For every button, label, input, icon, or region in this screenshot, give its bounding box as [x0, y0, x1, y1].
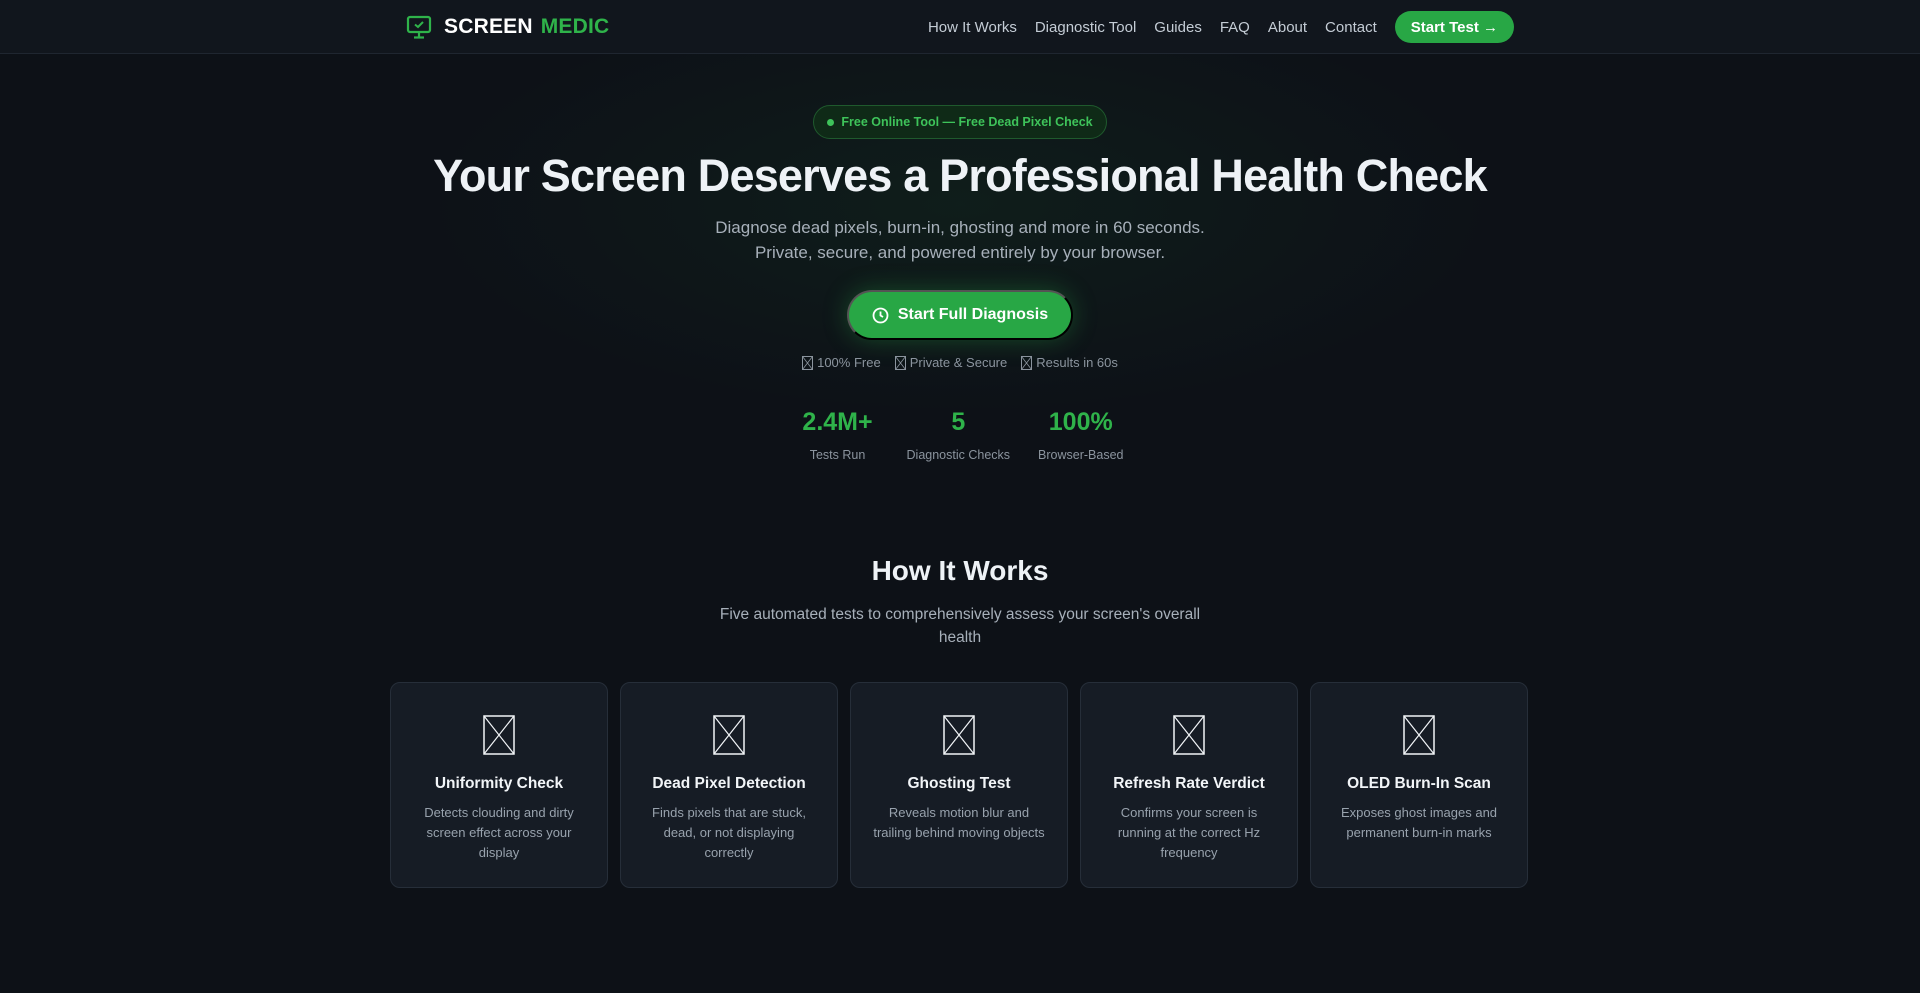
nav-link-contact[interactable]: Contact	[1325, 19, 1377, 36]
site-header: SCREEN MEDIC How It Works Diagnostic Tool…	[0, 0, 1920, 54]
stat-browser-based: 100% Browser-Based	[1038, 408, 1123, 462]
hero-title: Your Screen Deserves a Professional Heal…	[433, 150, 1488, 201]
logo[interactable]: SCREEN MEDIC	[406, 13, 609, 41]
start-full-diagnosis-label: Start Full Diagnosis	[897, 306, 1049, 323]
feature-card-oled-burn-in[interactable]: OLED Burn-In Scan Exposes ghost images a…	[1310, 682, 1528, 888]
trust-item-results-label: Results in 60s	[1036, 355, 1118, 370]
feature-card-title: Ghosting Test	[907, 775, 1011, 792]
feature-card-title: OLED Burn-In Scan	[1347, 775, 1491, 792]
placeholder-glyph-icon	[943, 715, 975, 755]
monitor-icon	[406, 15, 432, 39]
feature-card-uniformity[interactable]: Uniformity Check Detects clouding and di…	[390, 682, 608, 888]
stat-diagnostic-checks: 5 Diagnostic Checks	[907, 408, 1011, 462]
stat-tests-run: 2.4M+ Tests Run	[797, 408, 879, 462]
placeholder-glyph-icon	[802, 355, 814, 370]
hero-subtitle: Diagnose dead pixels, burn-in, ghosting …	[560, 215, 1360, 265]
feature-card-description: Finds pixels that are stuck, dead, or no…	[652, 805, 806, 860]
brand-name-part2: MEDIC	[540, 15, 610, 38]
feature-card-ghosting[interactable]: Ghosting Test Reveals motion blur and tr…	[850, 682, 1068, 888]
brand-name: SCREEN MEDIC	[444, 15, 609, 39]
feature-card-title: Dead Pixel Detection	[652, 775, 806, 792]
nav-link-faq[interactable]: FAQ	[1220, 19, 1250, 36]
feature-card-description: Reveals motion blur and trailing behind …	[873, 805, 1045, 840]
feature-card-dead-pixel[interactable]: Dead Pixel Detection Finds pixels that a…	[620, 682, 838, 888]
nav-link-how-it-works[interactable]: How It Works	[928, 19, 1017, 36]
placeholder-glyph-icon	[713, 715, 745, 755]
feature-card-description: Detects clouding and dirty screen effect…	[424, 805, 574, 860]
stat-value: 2.4M+	[802, 408, 873, 436]
trust-item-private-label: Private & Secure	[909, 355, 1008, 370]
nav-link-guides[interactable]: Guides	[1154, 19, 1202, 36]
stat-value: 5	[951, 408, 966, 436]
trust-item-results: Results in 60s	[1021, 355, 1118, 370]
main-nav: How It Works Diagnostic Tool Guides FAQ …	[928, 11, 1514, 43]
feature-card-description: Confirms your screen is running at the c…	[1117, 805, 1261, 860]
nav-link-diagnostic-tool[interactable]: Diagnostic Tool	[1035, 19, 1136, 36]
how-it-works-title: How It Works	[871, 555, 1049, 586]
start-test-button[interactable]: Start Test →	[1394, 11, 1514, 43]
trust-indicators: 100% Free Private & Secure Results in 60…	[0, 355, 1920, 370]
status-dot-icon	[827, 118, 835, 126]
brand-name-part1: SCREEN	[444, 15, 533, 38]
placeholder-glyph-icon	[1173, 715, 1205, 755]
feature-card-description: Exposes ghost images and permanent burn-…	[1340, 805, 1498, 840]
trust-item-free: 100% Free	[802, 355, 881, 370]
placeholder-glyph-icon	[483, 715, 515, 755]
feature-card-title: Uniformity Check	[434, 775, 564, 792]
stat-label: Browser-Based	[1038, 448, 1124, 462]
hero-badge-text: Free Online Tool — Free Dead Pixel Check	[841, 115, 1093, 129]
hero-badge: Free Online Tool — Free Dead Pixel Check	[813, 105, 1107, 139]
nav-link-about[interactable]: About	[1268, 19, 1307, 36]
clock-icon	[872, 307, 889, 323]
stat-label: Tests Run	[809, 448, 866, 462]
placeholder-glyph-icon	[894, 355, 906, 370]
trust-item-free-label: 100% Free	[817, 355, 881, 370]
stat-label: Diagnostic Checks	[906, 448, 1011, 462]
trust-item-private: Private & Secure	[894, 355, 1008, 370]
stats-row: 2.4M+ Tests Run 5 Diagnostic Checks 100%…	[0, 408, 1920, 462]
hero-subtitle-line-1: Diagnose dead pixels, burn-in, ghosting …	[715, 218, 1205, 237]
how-it-works-subtitle: Five automated tests to comprehensively …	[719, 606, 1201, 646]
placeholder-glyph-icon	[1403, 715, 1435, 755]
feature-card-title: Refresh Rate Verdict	[1113, 775, 1265, 792]
feature-cards: Uniformity Check Detects clouding and di…	[390, 682, 1530, 888]
feature-card-refresh-rate[interactable]: Refresh Rate Verdict Confirms your scree…	[1080, 682, 1298, 888]
start-full-diagnosis-button[interactable]: Start Full Diagnosis	[847, 290, 1073, 340]
placeholder-glyph-icon	[1021, 355, 1033, 370]
stat-value: 100%	[1048, 408, 1113, 436]
hero-subtitle-line-2: Private, secure, and powered entirely by…	[754, 243, 1166, 262]
